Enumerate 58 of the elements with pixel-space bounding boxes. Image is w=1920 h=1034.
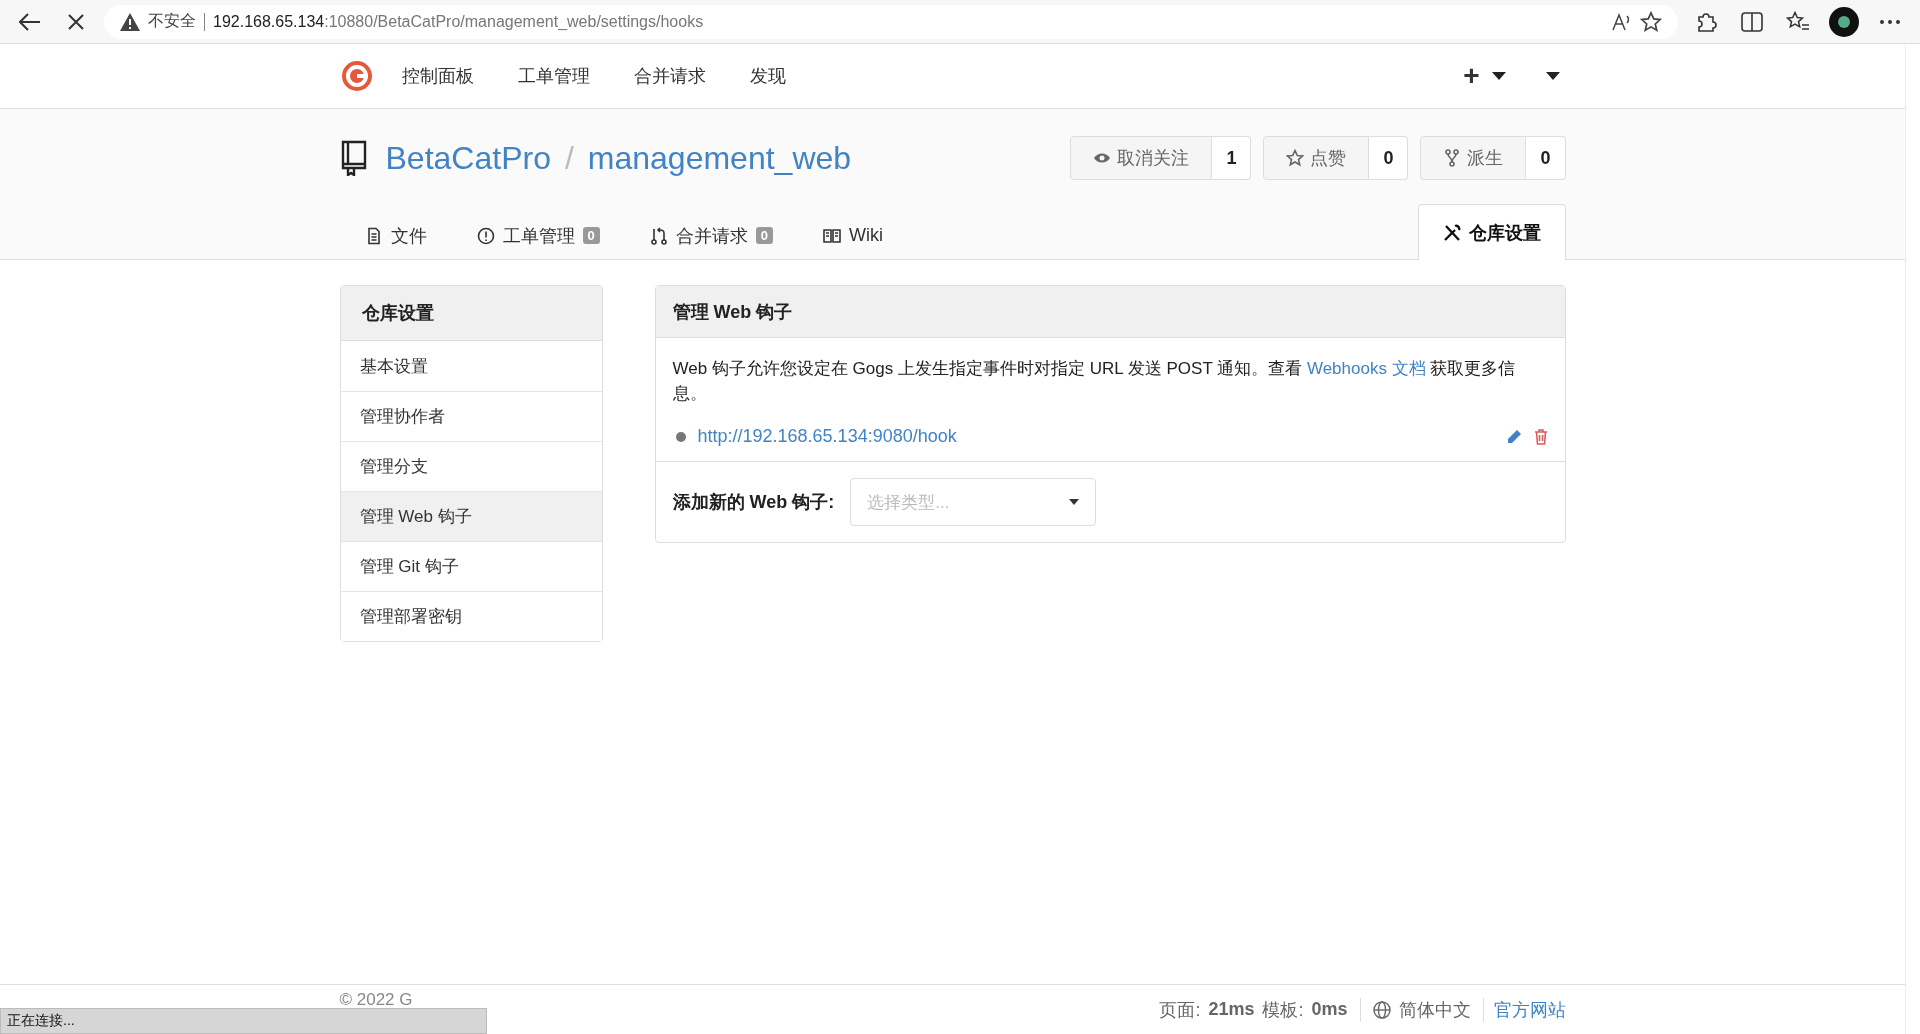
website-link[interactable]: 官方网站 — [1483, 997, 1566, 1022]
repo-tab[interactable]: 工单管理 0 — [451, 210, 625, 260]
count-label: 0 — [1526, 136, 1566, 180]
docs-link[interactable]: Webhooks 文档 — [1306, 359, 1426, 378]
alert-circle-icon — [476, 226, 495, 245]
count-label: 0 — [1369, 136, 1409, 180]
sidebar-item[interactable]: 管理 Web 钩子 — [340, 491, 602, 541]
read-aloud-icon[interactable] — [1612, 12, 1632, 31]
user-menu-caret[interactable] — [1545, 72, 1560, 80]
fork-icon — [1443, 149, 1462, 167]
nav-link[interactable]: 控制面板 — [401, 64, 474, 88]
repo-owner-link[interactable]: BetaCatPro — [385, 139, 551, 177]
repo-tab[interactable]: 合并请求 0 — [624, 210, 798, 260]
security-label: 不安全 — [148, 11, 196, 31]
star-icon[interactable] — [1640, 10, 1662, 33]
tools-icon — [1442, 223, 1461, 242]
edit-icon[interactable] — [1505, 428, 1522, 445]
repo-tab[interactable]: 仓库设置 — [1417, 204, 1566, 260]
caret-icon — [1491, 72, 1506, 80]
url-host: 192.168.65.134 — [213, 12, 325, 30]
panel-title: 管理 Web 钩子 — [655, 286, 1565, 338]
nav-link[interactable]: 工单管理 — [517, 64, 590, 88]
status-bubble: 正在连接... — [0, 1008, 487, 1034]
count-badge: 0 — [755, 227, 773, 244]
back-arrow-icon[interactable] — [19, 12, 41, 31]
render-timing: 页面: 21ms 模板: 0ms — [1147, 997, 1361, 1022]
webhook-link[interactable]: http://192.168.65.134:9080/hook — [697, 426, 1494, 447]
path-separator: / — [564, 139, 574, 177]
repo-tab[interactable]: Wiki — [797, 210, 908, 260]
sidebar-title: 仓库设置 — [340, 286, 602, 341]
nav-link[interactable]: 合并请求 — [633, 64, 706, 88]
status-dot — [675, 431, 686, 442]
copyright-text: © 2022 G — [339, 989, 413, 1010]
address-bar[interactable]: 不安全 192.168.65.134:10880/BetaCatPro/management_web/settings/hooks — [104, 4, 1678, 39]
star-icon — [1286, 149, 1305, 167]
repo-name-link[interactable]: management_web — [587, 139, 852, 177]
pull-request-icon — [649, 226, 668, 245]
unwatch-button[interactable]: 取消关注 — [1070, 136, 1213, 180]
count-label: 1 — [1212, 136, 1252, 180]
close-icon[interactable] — [68, 13, 84, 30]
create-menu[interactable]: + — [1463, 60, 1506, 92]
add-webhook-label: 添加新的 Web 钩子: — [672, 491, 835, 514]
book-icon — [822, 226, 841, 245]
gogs-logo[interactable] — [339, 59, 374, 93]
delete-icon[interactable] — [1533, 428, 1548, 445]
sidebar-item[interactable]: 管理部署密钥 — [340, 591, 602, 641]
star-button[interactable]: 点赞 — [1263, 136, 1370, 180]
repo-tab[interactable]: 文件 — [339, 210, 452, 260]
language-selector[interactable]: 简体中文 — [1398, 997, 1471, 1022]
warning-icon — [120, 12, 140, 31]
globe-icon — [1372, 1000, 1391, 1019]
nav-link[interactable]: 发现 — [749, 64, 786, 88]
description-text: Web 钩子允许您设定在 Gogs 上发生指定事件时对指定 URL 发送 POST 通知。查看 Webhooks 文档 获取更多信息。 — [672, 358, 1517, 405]
repo-icon — [339, 140, 368, 176]
count-badge: 0 — [582, 227, 600, 244]
fork-button[interactable]: 派生 — [1420, 136, 1527, 180]
url-path: :10880/BetaCatPro/management_web/settings/hooks — [324, 12, 704, 30]
caret-icon — [1069, 499, 1080, 505]
